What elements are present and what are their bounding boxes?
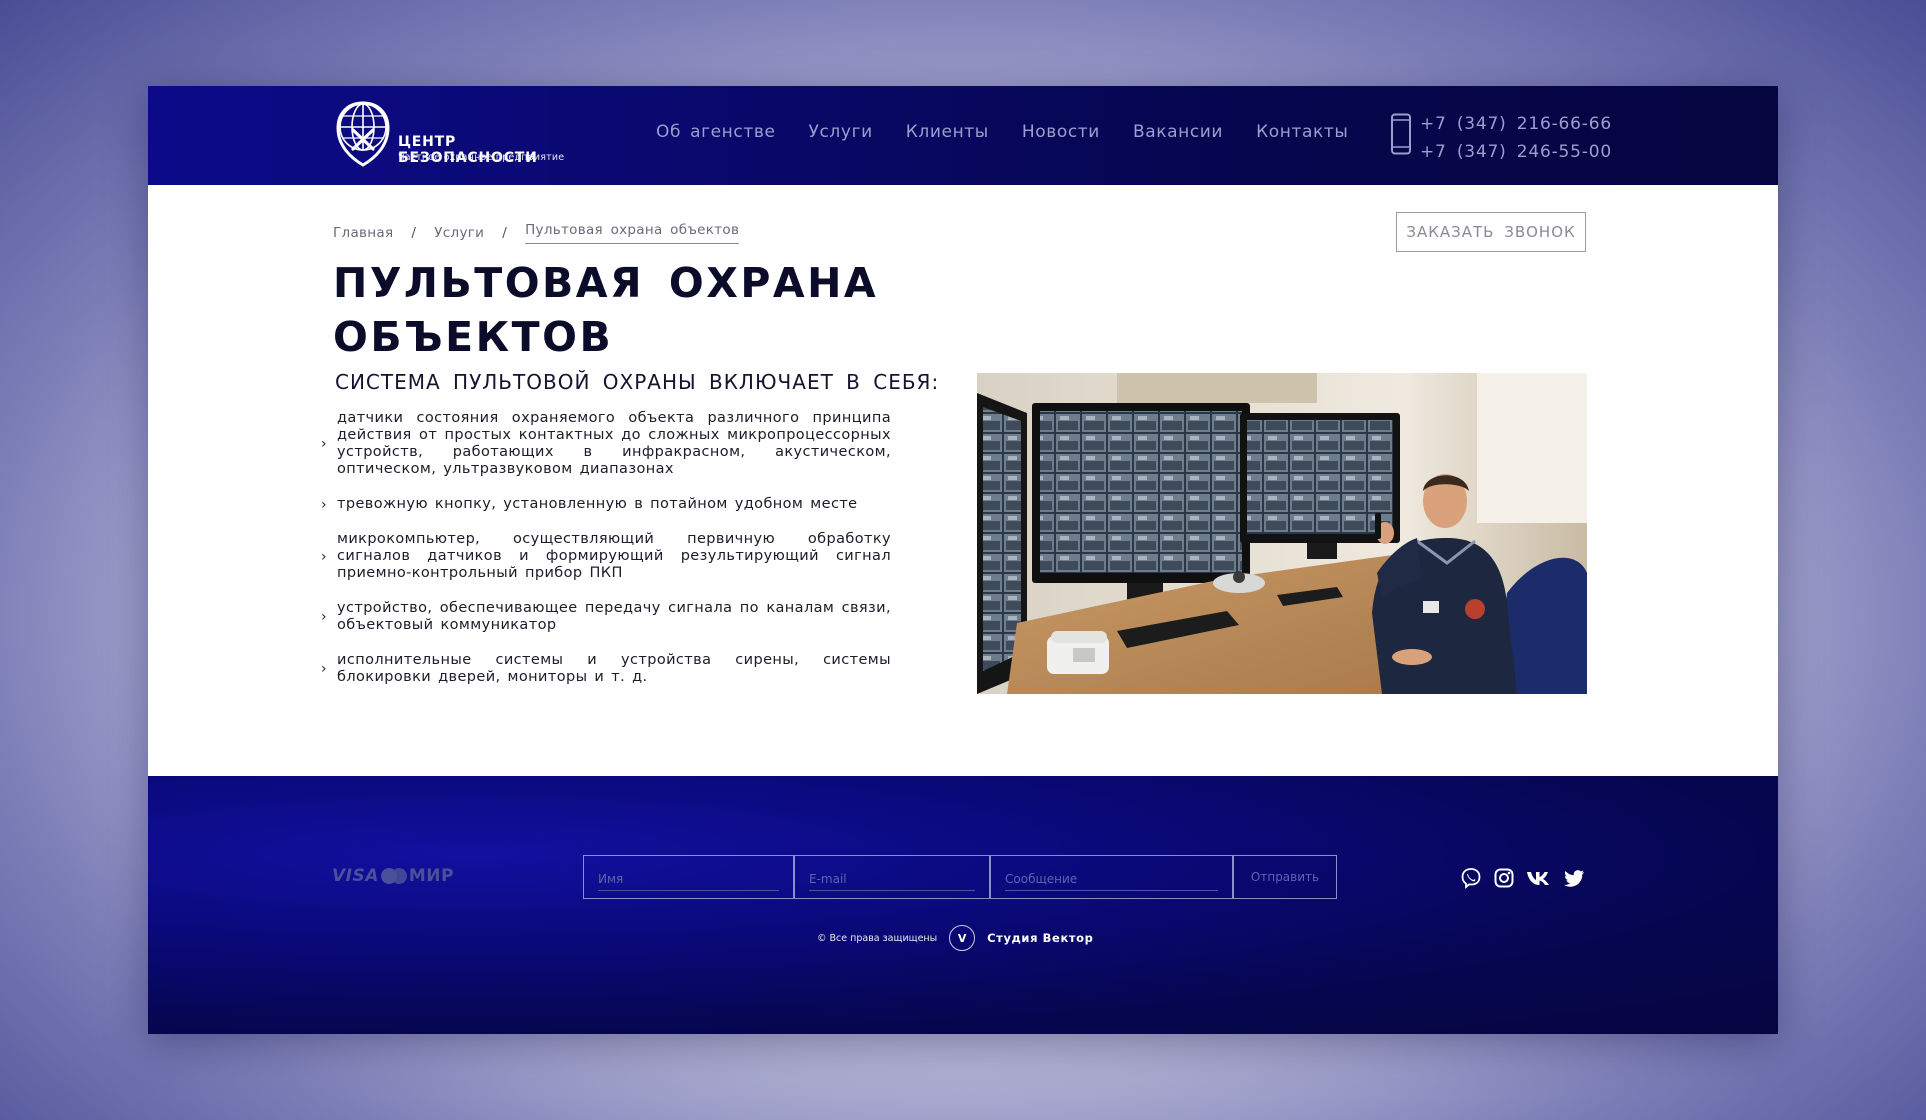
copyright: © Все права защищены V Студия Вектор	[817, 925, 1093, 951]
chevron-right-icon: ›	[321, 548, 327, 565]
contact-form: Отправить	[583, 855, 1337, 899]
nav-item-vacancies[interactable]: Вакансии	[1133, 122, 1223, 142]
mastercard-icon	[380, 868, 407, 884]
submit-button[interactable]: Отправить	[1233, 855, 1337, 899]
breadcrumb-services[interactable]: Услуги	[434, 225, 484, 241]
instagram-icon[interactable]	[1493, 867, 1515, 889]
nav-item-services[interactable]: Услуги	[809, 122, 873, 142]
globe-shield-icon	[336, 101, 390, 167]
name-field-box	[583, 855, 794, 899]
twitter-icon[interactable]	[1563, 867, 1585, 889]
site-footer: VISA МИР Отправить	[148, 776, 1778, 1034]
feature-text: устройство, обеспечивающее передачу сигн…	[337, 600, 891, 633]
nav-item-clients[interactable]: Клиенты	[906, 122, 989, 142]
chevron-right-icon: ›	[321, 609, 327, 625]
chevron-right-icon: ›	[321, 496, 327, 513]
chevron-right-icon: ›	[321, 436, 327, 452]
feature-text: микрокомпьютер, осуществляющий первичную…	[337, 531, 891, 581]
studio-link[interactable]: Студия Вектор	[987, 931, 1093, 945]
order-call-button[interactable]: ЗАКАЗАТЬ ЗВОНОК	[1396, 212, 1586, 252]
email-input[interactable]	[809, 868, 975, 891]
page-title: ПУЛЬТОВАЯ ОХРАНА ОБЪЕКТОВ	[333, 259, 879, 361]
monitoring-room-illustration	[977, 373, 1587, 694]
phone-icon	[1391, 113, 1411, 155]
email-field-box	[794, 855, 990, 899]
feature-text: датчики состояния охраняемого объекта ра…	[337, 410, 891, 477]
main-nav: Об агенстве Услуги Клиенты Новости Вакан…	[656, 122, 1381, 142]
phone-number-2[interactable]: +7 (347) 246-55-00	[1420, 138, 1612, 166]
list-item: › тревожную кнопку, установленную в пота…	[321, 496, 891, 513]
list-item: › датчики состояния охраняемого объекта …	[321, 410, 891, 478]
brand-tagline: Частное охранное предприятие	[398, 152, 565, 163]
breadcrumb: Главная / Услуги / Пультовая охрана объе…	[333, 222, 740, 244]
copyright-text: © Все права защищены	[817, 932, 938, 944]
breadcrumb-current: Пультовая охрана объектов	[525, 222, 740, 244]
section-title: СИСТЕМА ПУЛЬТОВОЙ ОХРАНЫ ВКЛЮЧАЕТ В СЕБЯ…	[335, 370, 940, 394]
social-links	[1460, 867, 1596, 889]
page: ЦЕНТР БЕЗОПАСНОСТИ Частное охранное пред…	[148, 86, 1778, 1034]
nav-item-contacts[interactable]: Контакты	[1256, 122, 1348, 142]
list-item: › исполнительные системы и устройства си…	[321, 652, 891, 686]
message-input[interactable]	[1005, 868, 1218, 891]
nav-item-about[interactable]: Об агенстве	[656, 122, 776, 142]
phone-numbers: +7 (347) 216-66-66 +7 (347) 246-55-00	[1420, 110, 1612, 166]
list-item: › микрокомпьютер, осуществляющий первичн…	[321, 531, 891, 582]
vk-icon[interactable]	[1526, 867, 1552, 889]
breadcrumb-separator: /	[502, 225, 508, 241]
feature-text: исполнительные системы и устройства сире…	[337, 652, 891, 685]
breadcrumb-home[interactable]: Главная	[333, 225, 393, 241]
site-header: ЦЕНТР БЕЗОПАСНОСТИ Частное охранное пред…	[148, 86, 1778, 185]
phone-number-1[interactable]: +7 (347) 216-66-66	[1420, 110, 1612, 138]
visa-logo: VISA	[332, 866, 379, 886]
chevron-right-icon: ›	[321, 661, 327, 677]
studio-logo[interactable]: V	[949, 925, 976, 951]
name-input[interactable]	[598, 868, 779, 891]
logo[interactable]: ЦЕНТР БЕЗОПАСНОСТИ Частное охранное пред…	[334, 100, 594, 170]
breadcrumb-separator: /	[411, 225, 417, 241]
nav-item-news[interactable]: Новости	[1022, 122, 1100, 142]
list-item: › устройство, обеспечивающее передачу си…	[321, 600, 891, 634]
features-list: › датчики состояния охраняемого объекта …	[321, 410, 891, 704]
message-field-box	[990, 855, 1233, 899]
mir-logo: МИР	[408, 866, 454, 886]
feature-text: тревожную кнопку, установленную в потайн…	[337, 496, 858, 512]
monitoring-room-photo	[977, 373, 1587, 694]
payment-methods: VISA МИР	[332, 866, 454, 886]
viber-icon[interactable]	[1460, 867, 1482, 889]
